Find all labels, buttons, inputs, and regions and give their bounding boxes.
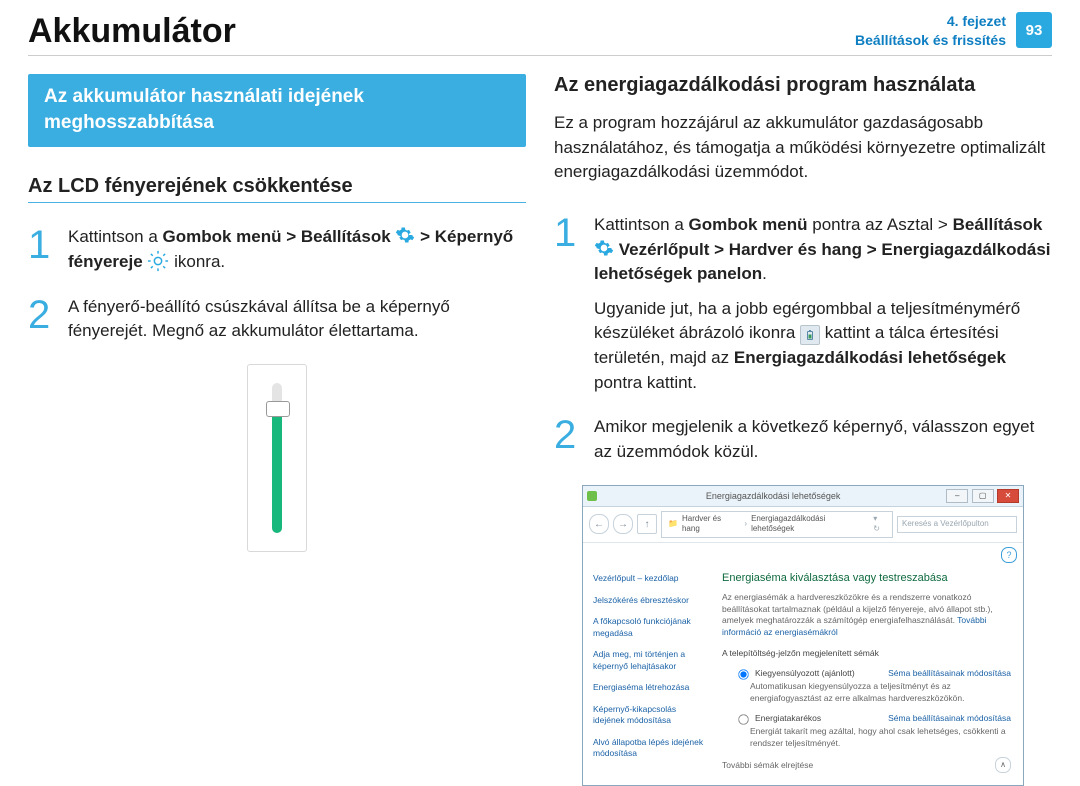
heading-power-management: Az energiagazdálkodási program használat…	[554, 74, 1052, 97]
brightness-slider-illustration	[247, 364, 307, 552]
section-label: A telepítöltség-jelzőn megjelenített sém…	[722, 648, 1011, 659]
nav-power-button[interactable]: A főkapcsoló funkciójának megadása	[593, 616, 708, 639]
plan-balanced-radio[interactable]	[738, 670, 748, 680]
step2-right-text: Amikor megjelenik a következő képernyő, …	[594, 415, 1052, 464]
page-number-badge: 93	[1016, 12, 1052, 48]
step-number-1: 1	[28, 225, 56, 274]
maximize-button[interactable]: ▢	[972, 489, 994, 503]
plan-power-saver-radio[interactable]	[738, 715, 748, 725]
window-icon	[587, 491, 597, 501]
breadcrumb[interactable]: 📁 Hardver és hang› Energiagazdálkodási l…	[661, 511, 893, 539]
heading-lcd-brightness: Az LCD fényerejének csökkentése	[28, 175, 526, 203]
chapter-line1: 4. fejezet	[855, 12, 1006, 31]
nav-display-off[interactable]: Képernyő-kikapcsolás idejének módosítása	[593, 704, 708, 727]
step-number-1r: 1	[554, 213, 582, 395]
folder-icon: 📁	[668, 519, 678, 530]
power-options-screenshot: Energiagazdálkodási lehetőségek – ▢ ✕ ← …	[582, 485, 1024, 786]
back-button[interactable]: ←	[589, 514, 609, 534]
nav-require-password[interactable]: Jelszókérés ébresztéskor	[593, 595, 708, 606]
chevron-up-icon[interactable]: ∧	[995, 757, 1011, 773]
plan-balanced-desc: Automatikusan kiegyensúlyozza a teljesít…	[750, 681, 1011, 704]
step1-right-text: Kattintson a Gombok menü pontra az Aszta…	[594, 213, 1052, 395]
forward-button[interactable]: →	[613, 514, 633, 534]
minimize-button[interactable]: –	[946, 489, 968, 503]
section-ribbon-extend-battery: Az akkumulátor használati idejének megho…	[28, 74, 526, 147]
plan-balanced-change-link[interactable]: Séma beállításainak módosítása	[888, 668, 1011, 679]
step-number-2r: 2	[554, 415, 582, 464]
search-input[interactable]: Keresés a Vezérlőpulton	[897, 516, 1017, 533]
hide-more-link[interactable]: További sémák elrejtése	[722, 760, 813, 771]
plan-balanced: Kiegyensúlyozott (ajánlott) Séma beállít…	[732, 665, 1011, 704]
nav-sleep-time[interactable]: Alvó állapotba lépés idejének módosítása	[593, 737, 708, 760]
sidebar-nav: Vezérlőpult – kezdőlap Jelszókérés ébres…	[583, 563, 718, 785]
nav-create-plan[interactable]: Energiaséma létrehozása	[593, 682, 708, 693]
plan-power-saver-title: Energiatakarékos	[755, 713, 821, 724]
plan-balanced-title: Kiegyensúlyozott (ajánlott)	[755, 668, 855, 679]
brightness-icon	[147, 250, 169, 272]
chapter-label: 4. fejezet Beállítások és frissítés	[855, 12, 1006, 50]
nav-lid-close[interactable]: Adja meg, mi történjen a képernyő lehajt…	[593, 649, 708, 672]
header-divider	[28, 55, 1052, 56]
chapter-line2: Beállítások és frissítés	[855, 31, 1006, 50]
step-number-2: 2	[28, 295, 56, 344]
gear-icon	[395, 225, 415, 245]
main-description: Az energiasémák a hardvereszközökre és a…	[722, 592, 1011, 638]
nav-home[interactable]: Vezérlőpult – kezdőlap	[593, 573, 708, 584]
close-button[interactable]: ✕	[997, 489, 1019, 503]
plan-power-saver: Energiatakarékos Séma beállításainak mód…	[732, 710, 1011, 749]
plan-power-saver-desc: Energiát takarít meg azáltal, hogy ahol …	[750, 726, 1011, 749]
power-intro: Ez a program hozzájárul az akkumulátor g…	[554, 111, 1052, 185]
plan-power-saver-change-link[interactable]: Séma beállításainak módosítása	[888, 713, 1011, 724]
main-heading: Energiaséma kiválasztása vagy testreszab…	[722, 571, 1011, 586]
page-title: Akkumulátor	[28, 12, 855, 51]
up-button[interactable]: ↑	[637, 514, 657, 534]
step2-left-text: A fényerő-beállító csúszkával állítsa be…	[68, 295, 526, 344]
step1-left-text: Kattintson a Gombok menü > Beállítások >…	[68, 225, 526, 274]
window-title: Energiagazdálkodási lehetőségek	[601, 490, 945, 502]
gear-icon	[594, 238, 614, 258]
slider-thumb[interactable]	[266, 401, 290, 417]
help-button[interactable]: ?	[1001, 547, 1017, 563]
power-meter-icon	[800, 325, 820, 345]
